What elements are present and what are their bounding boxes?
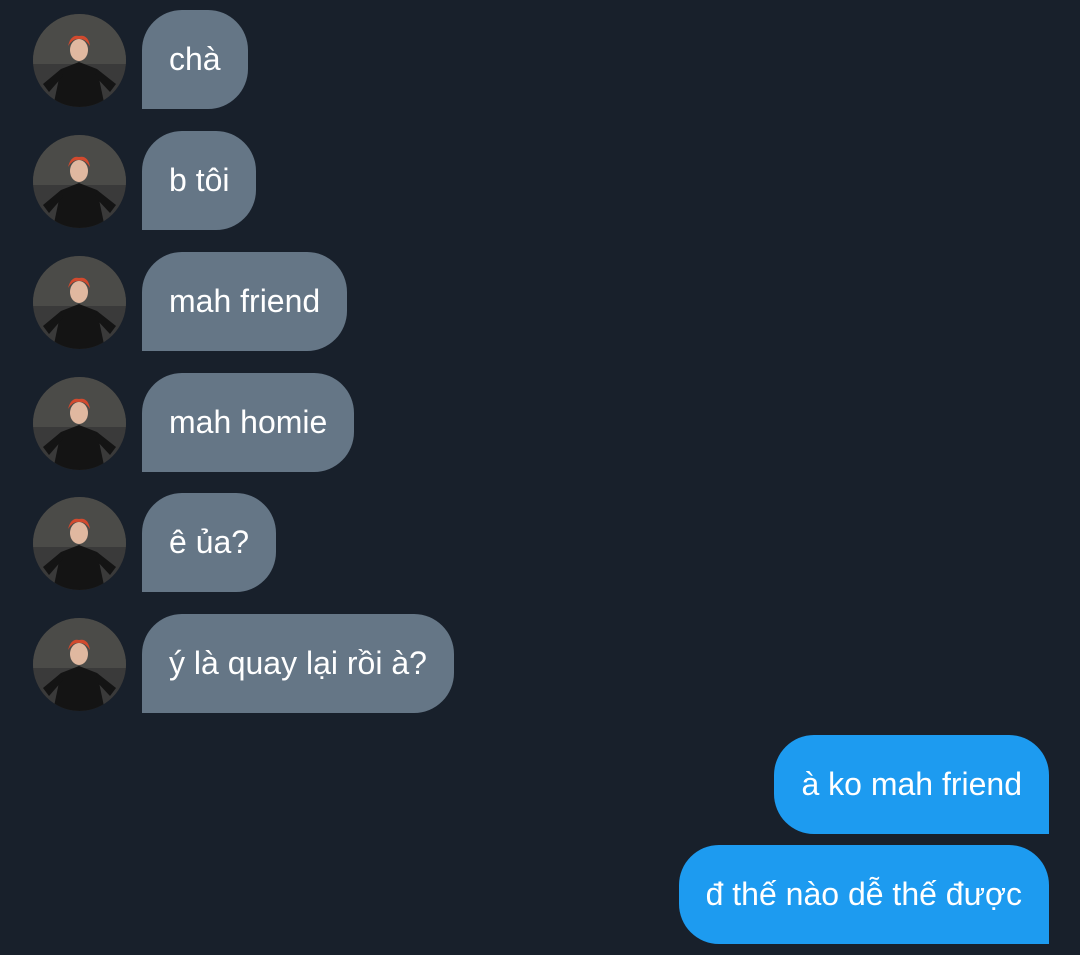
chat-thread: chà b tôi mah friend mah homie ê ủa? ý l… [0, 0, 1080, 955]
received-message-bubble[interactable]: mah friend [142, 252, 348, 351]
received-message-bubble[interactable]: mah homie [142, 373, 355, 472]
avatar[interactable] [33, 497, 126, 590]
avatar[interactable] [33, 618, 126, 711]
received-message-row: chà [0, 0, 1080, 109]
received-message-bubble[interactable]: ý là quay lại rồi à? [142, 614, 454, 713]
received-message-bubble[interactable]: chà [142, 10, 248, 109]
received-message-bubble[interactable]: ê ủa? [142, 493, 277, 592]
received-message-row: mah homie [0, 363, 1080, 472]
received-message-row: ê ủa? [0, 483, 1080, 592]
sent-message-bubble[interactable]: à ko mah friend [774, 735, 1049, 834]
sent-message-bubble[interactable]: đ thế nào dễ thế được [678, 845, 1049, 944]
avatar[interactable] [33, 135, 126, 228]
received-message-row: mah friend [0, 242, 1080, 351]
received-message-bubble[interactable]: b tôi [142, 131, 257, 230]
avatar[interactable] [33, 256, 126, 349]
received-message-row: b tôi [0, 121, 1080, 230]
avatar[interactable] [33, 14, 126, 107]
avatar[interactable] [33, 377, 126, 470]
received-message-row: ý là quay lại rồi à? [0, 604, 1080, 713]
